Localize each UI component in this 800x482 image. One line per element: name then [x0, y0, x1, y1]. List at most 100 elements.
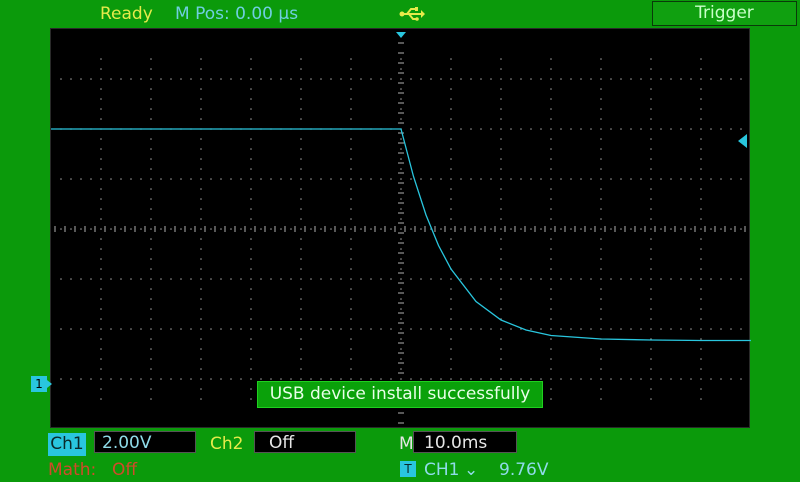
ch1-scale[interactable]: 2.00V [94, 431, 196, 453]
grid-dot [530, 128, 532, 130]
grid-dot [300, 278, 302, 280]
grid-dot [350, 218, 352, 220]
grid-dot [370, 228, 372, 230]
grid-dot [350, 288, 352, 290]
grid-dot [200, 278, 202, 280]
notification-message: USB device install successfully [257, 381, 543, 408]
grid-dot [700, 98, 702, 100]
grid-dot [590, 378, 592, 380]
grid-dot [350, 68, 352, 70]
grid-dot [390, 328, 392, 330]
grid-dot [450, 108, 452, 110]
grid-dot [100, 148, 102, 150]
grid-dot [400, 208, 402, 210]
grid-dot [650, 398, 652, 400]
ch2-state[interactable]: Off [254, 431, 356, 453]
grid-dot [200, 358, 202, 360]
grid-dot [80, 178, 82, 180]
grid-dot [450, 278, 452, 280]
grid-dot [680, 78, 682, 80]
grid-dot [540, 228, 542, 230]
grid-dot [550, 348, 552, 350]
grid-dot [450, 188, 452, 190]
grid-dot [460, 128, 462, 130]
math-label[interactable]: Math: [48, 459, 96, 482]
grid-dot [550, 128, 552, 130]
grid-dot [700, 58, 702, 60]
grid-dot [500, 218, 502, 220]
grid-dot [190, 228, 192, 230]
grid-dot [90, 328, 92, 330]
grid-dot [650, 208, 652, 210]
grid-dot [300, 158, 302, 160]
trigger-source[interactable]: CH1 [424, 459, 459, 482]
ch1-ground-marker[interactable]: 1 [31, 376, 52, 392]
grid-dot [90, 78, 92, 80]
grid-dot [300, 108, 302, 110]
grid-dot [190, 378, 192, 380]
grid-dot [720, 228, 722, 230]
grid-dot [450, 198, 452, 200]
grid-dot [210, 228, 212, 230]
grid-dot [630, 78, 632, 80]
math-state[interactable]: Off [112, 459, 137, 482]
grid-dot [350, 238, 352, 240]
grid-dot [250, 258, 252, 260]
grid-dot [340, 178, 342, 180]
grid-dot [630, 278, 632, 280]
ch2-label[interactable]: Ch2 [210, 433, 243, 456]
grid-dot [710, 328, 712, 330]
grid-dot [240, 328, 242, 330]
grid-dot [250, 68, 252, 70]
grid-dot [200, 218, 202, 220]
grid-dot [80, 378, 82, 380]
grid-dot [660, 328, 662, 330]
grid-dot [300, 118, 302, 120]
grid-dot [100, 228, 102, 230]
grid-dot [580, 328, 582, 330]
grid-dot [190, 78, 192, 80]
grid-dot [300, 218, 302, 220]
grid-dot [280, 228, 282, 230]
grid-dot [310, 378, 312, 380]
grid-dot [450, 328, 452, 330]
grid-dot [200, 158, 202, 160]
grid-dot [520, 128, 522, 130]
grid-dot [690, 278, 692, 280]
grid-dot [500, 178, 502, 180]
trigger-position-marker[interactable] [396, 32, 406, 38]
grid-dot [350, 318, 352, 320]
grid-dot [460, 178, 462, 180]
grid-dot [400, 138, 402, 140]
grid-dot [300, 78, 302, 80]
grid-dot [700, 358, 702, 360]
grid-dot [400, 238, 402, 240]
grid-dot [550, 278, 552, 280]
grid-dot [490, 78, 492, 80]
grid-dot [100, 88, 102, 90]
grid-dot [200, 178, 202, 180]
grid-dot [550, 168, 552, 170]
grid-dot [550, 148, 552, 150]
grid-dot [550, 198, 552, 200]
grid-dot [650, 378, 652, 380]
mpos-value: 0.00 [235, 4, 273, 24]
ch1-label[interactable]: Ch1 [48, 433, 86, 456]
grid-dot [610, 128, 612, 130]
timebase-value[interactable]: 10.0ms [413, 431, 517, 453]
trigger-level-marker[interactable] [738, 134, 747, 148]
grid-dot [740, 178, 742, 180]
grid-dot [690, 128, 692, 130]
grid-dot [480, 228, 482, 230]
grid-dot [620, 228, 622, 230]
grid-dot [600, 368, 602, 370]
falling-edge-icon: ⌄ [464, 460, 479, 480]
grid-dot [60, 378, 62, 380]
grid-dot [210, 328, 212, 330]
trigger-level-value[interactable]: 9.76V [499, 459, 548, 482]
grid-dot [250, 368, 252, 370]
trigger-menu-tab[interactable]: Trigger [652, 1, 797, 26]
grid-dot [130, 178, 132, 180]
grid-dot [270, 378, 272, 380]
grid-dot [670, 228, 672, 230]
